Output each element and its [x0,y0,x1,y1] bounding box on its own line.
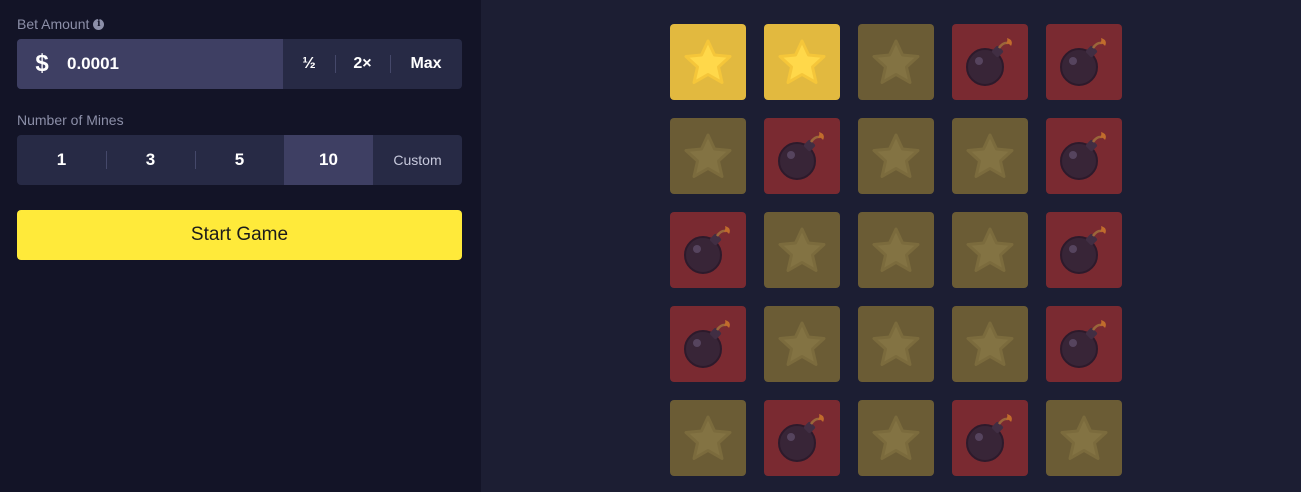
star-icon [966,133,1014,178]
star-icon [872,321,920,366]
mines-board [481,0,1301,492]
bet-sidebar: Bet Amount i $ 0.0001 ½ 2× Max Number of… [0,0,481,492]
star-icon [872,415,920,460]
tile-mine[interactable] [1046,24,1122,100]
tile-gem[interactable] [858,400,934,476]
bomb-icon [684,226,730,274]
tile-mine[interactable] [952,400,1028,476]
star-icon [872,39,920,84]
tile-gem[interactable] [858,118,934,194]
mines-option-3[interactable]: 3 [106,135,195,185]
tile-gem[interactable] [858,306,934,382]
star-icon [1060,415,1108,460]
mines-option-10[interactable]: 10 [284,135,373,185]
star-icon [966,227,1014,272]
info-icon[interactable]: i [93,18,105,30]
tile-gem[interactable] [858,212,934,288]
bomb-icon [1060,320,1106,368]
star-icon [684,39,732,84]
number-of-mines-label: Number of Mines [17,112,124,128]
start-game-button[interactable]: Start Game [17,210,462,260]
tile-mine[interactable] [764,400,840,476]
max-bet-button[interactable]: Max [390,39,462,89]
tile-gem[interactable] [952,212,1028,288]
tile-gem[interactable] [670,400,746,476]
bet-amount-label-row: Bet Amount i [17,16,105,32]
mines-game: Bet Amount i $ 0.0001 ½ 2× Max Number of… [0,0,1301,492]
bet-amount-input[interactable]: $ 0.0001 [17,39,283,89]
tile-gem[interactable] [1046,400,1122,476]
star-icon [872,227,920,272]
bet-amount-label: Bet Amount [17,16,90,32]
star-icon [778,227,826,272]
star-icon [778,39,826,84]
mines-label-row: Number of Mines [17,112,124,128]
dollar-icon: $ [35,50,49,77]
tile-gem-revealed[interactable] [764,24,840,100]
tile-mine[interactable] [764,118,840,194]
bomb-icon [966,414,1012,462]
bomb-icon [778,414,824,462]
mines-option-custom[interactable]: Custom [373,135,462,185]
bomb-icon [778,132,824,180]
half-bet-button[interactable]: ½ [283,39,335,89]
tile-mine[interactable] [670,212,746,288]
tile-gem[interactable] [764,212,840,288]
tile-gem[interactable] [952,118,1028,194]
star-icon [872,133,920,178]
double-bet-button[interactable]: 2× [335,39,390,89]
mines-selector: 1 3 5 10 Custom [17,135,462,185]
tile-gem[interactable] [670,118,746,194]
tile-mine[interactable] [1046,306,1122,382]
bet-amount-control: $ 0.0001 ½ 2× Max [17,39,462,89]
star-icon [778,321,826,366]
bomb-icon [1060,132,1106,180]
tile-gem-revealed[interactable] [670,24,746,100]
star-icon [684,415,732,460]
tile-gem[interactable] [764,306,840,382]
tile-gem[interactable] [858,24,934,100]
tile-mine[interactable] [952,24,1028,100]
bomb-icon [1060,38,1106,86]
tile-mine[interactable] [1046,212,1122,288]
bomb-icon [1060,226,1106,274]
bet-amount-value: 0.0001 [67,54,119,73]
star-icon [684,133,732,178]
bomb-icon [684,320,730,368]
tile-gem[interactable] [952,306,1028,382]
star-icon [966,321,1014,366]
mines-option-5[interactable]: 5 [195,135,284,185]
tile-mine[interactable] [1046,118,1122,194]
tile-mine[interactable] [670,306,746,382]
bomb-icon [966,38,1012,86]
mines-option-1[interactable]: 1 [17,135,106,185]
